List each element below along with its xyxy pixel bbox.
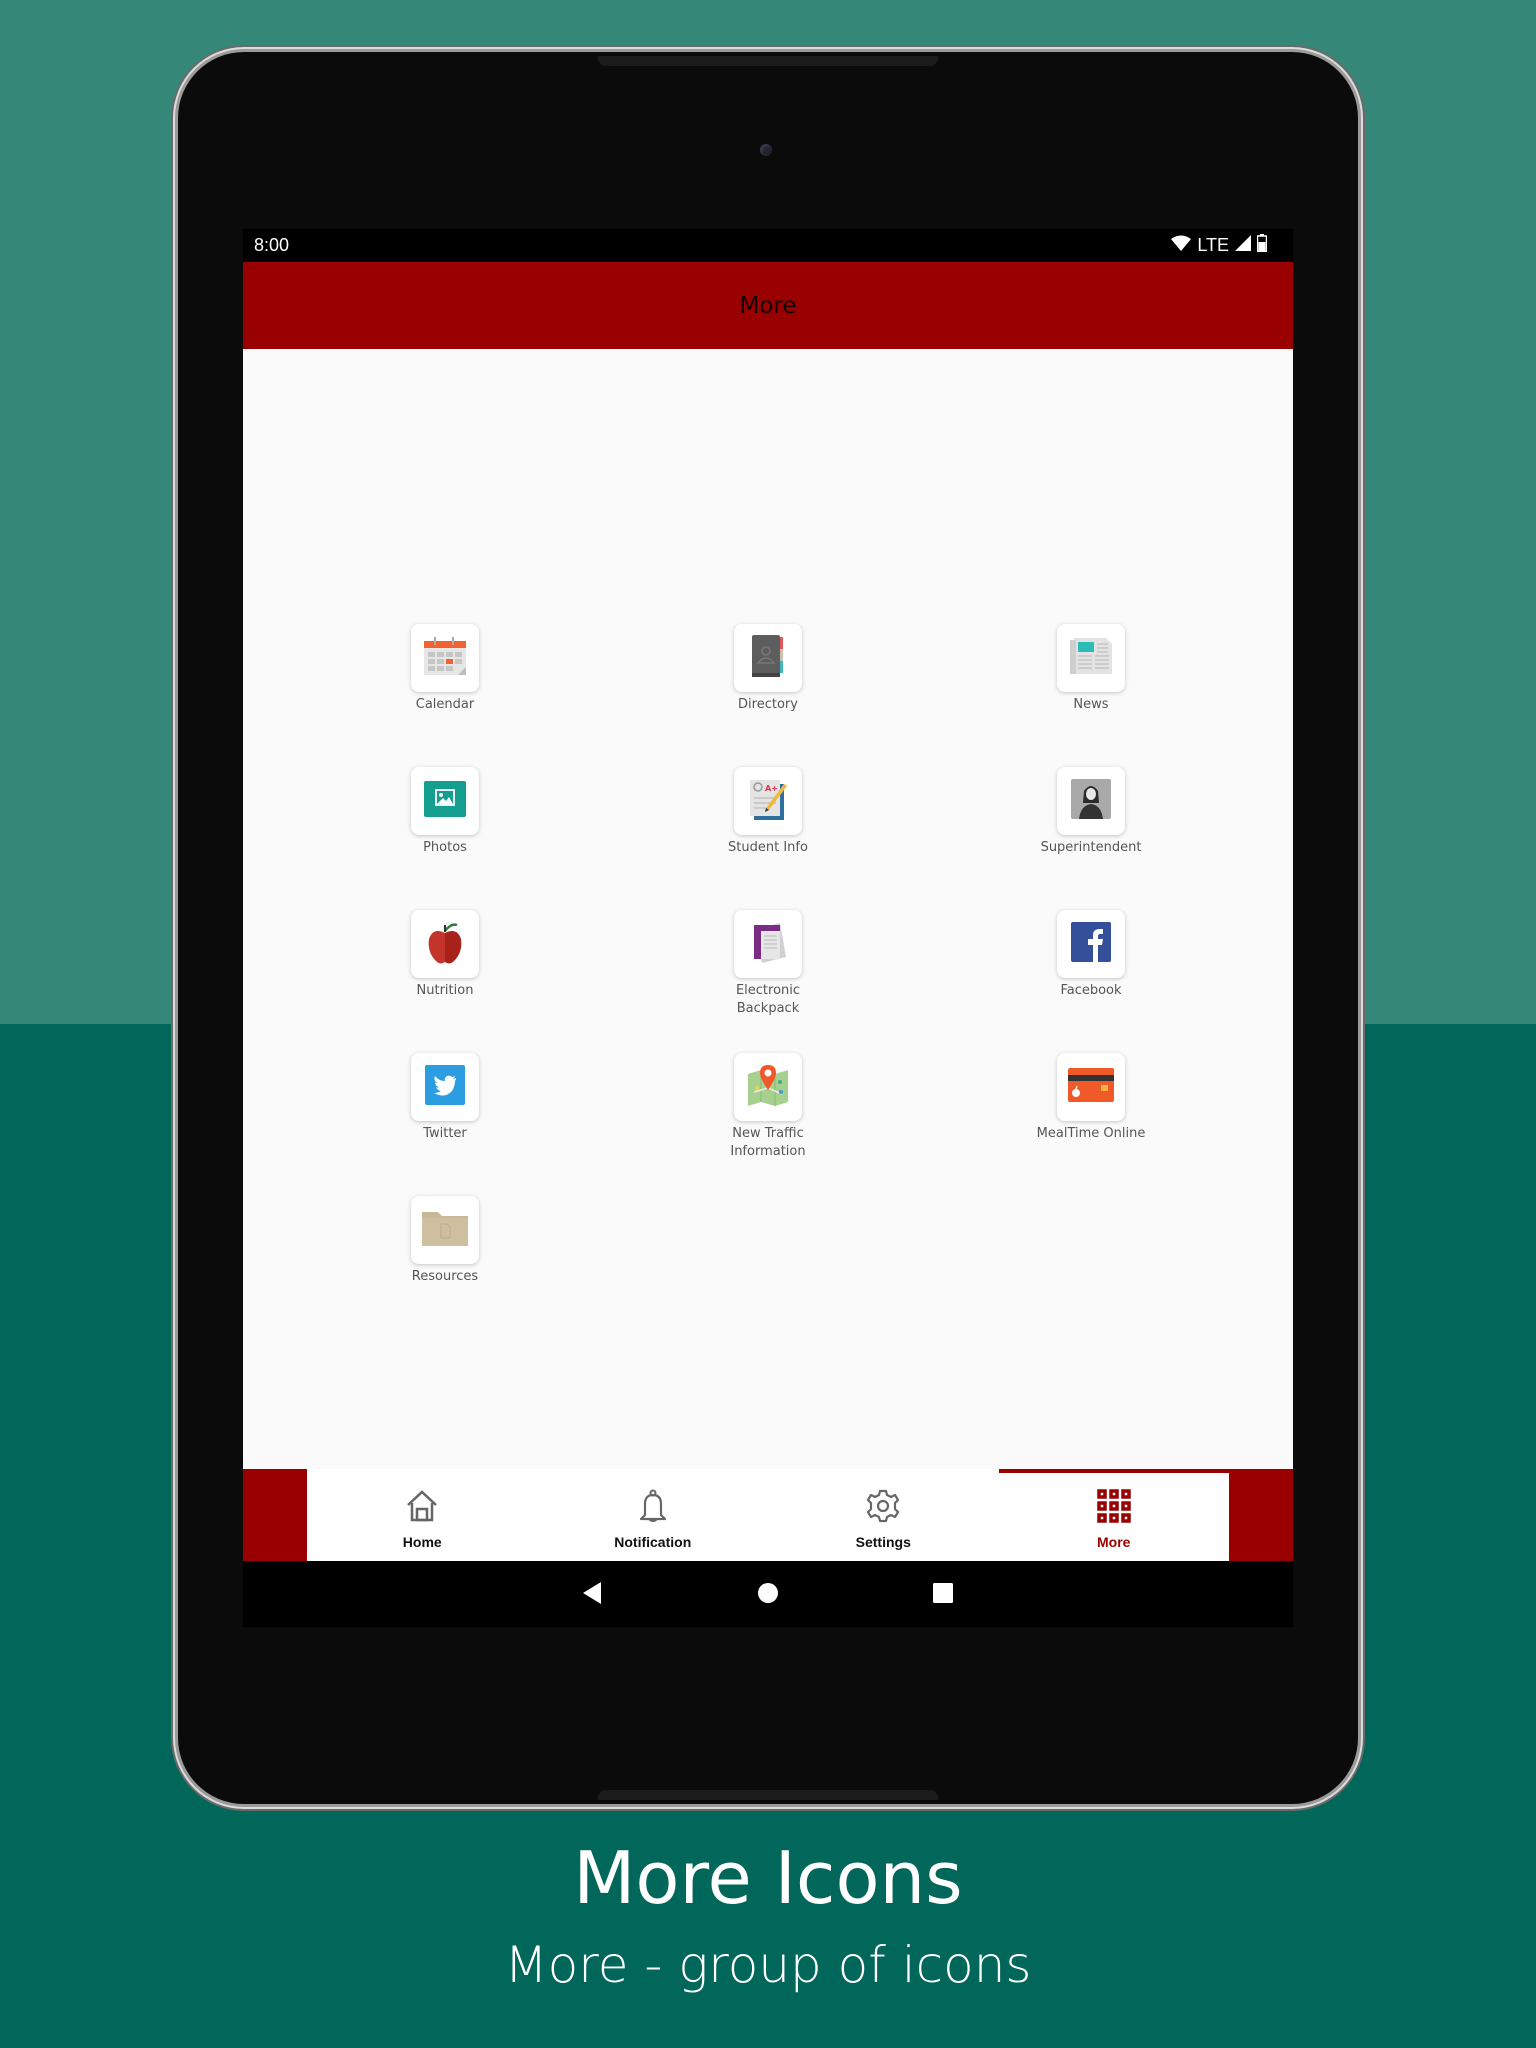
status-time: 8:00 [254,235,290,255]
signal-icon [1235,235,1251,256]
photo-icon [424,780,466,822]
nav-label: Notification [614,1534,692,1550]
nav-item-more[interactable]: More [998,1469,1230,1561]
camera [760,144,772,156]
tile-label: Calendar [415,697,475,712]
battery-icon [1256,234,1268,257]
tile-label: Twitter [423,1126,467,1141]
grid-icon [1097,1489,1131,1528]
tile-label: MealTime Online [1036,1126,1146,1141]
bottom-navigation: Home Notification Settings More [243,1469,1293,1561]
bell-icon [636,1489,670,1528]
nav-label: More [1097,1534,1131,1550]
directory-book-icon [748,633,788,684]
tile-student-info-box: A+ [734,767,802,835]
home-icon [405,1489,439,1528]
app-bar: More [243,262,1293,349]
home-circle-icon[interactable] [757,1581,779,1610]
folder-icon [422,1210,468,1251]
newspaper-icon [1068,636,1114,681]
tile-label: News [1073,697,1109,712]
tile-nutrition-box [411,910,479,978]
apple-icon [425,919,465,970]
tile-student-info[interactable]: A+ Student Info [688,767,848,857]
tile-news-box [1057,624,1125,692]
tile-twitter-box [411,1053,479,1121]
tile-news[interactable]: News [1011,624,1171,714]
status-icons: LTE [1171,234,1268,257]
tile-twitter[interactable]: Twitter [365,1053,525,1143]
student-info-icon: A+ [746,776,790,827]
tile-label: Facebook [1060,983,1122,998]
page-title: More [739,292,797,319]
bottom-navigation-bar: Home Notification Settings More [307,1469,1229,1561]
tile-superintendent-box [1057,767,1125,835]
nav-label: Home [402,1534,442,1550]
tile-mealtime-online[interactable]: MealTime Online [1011,1053,1171,1143]
calendar-icon [422,635,468,682]
caption-title: More Icons [573,1836,963,1920]
tile-directory-box [734,624,802,692]
tile-calendar[interactable]: Calendar [365,624,525,714]
tile-label: Resources [411,1269,479,1284]
tile-new-traffic-information[interactable]: New Traffic Information [688,1053,848,1161]
back-icon[interactable] [581,1581,603,1610]
twitter-icon [425,1064,465,1110]
device-screen: 8:00 LTE More Calendar Directory News Ph… [243,229,1293,1627]
status-bar: 8:00 LTE [243,229,1293,262]
tile-calendar-box [411,624,479,692]
tile-electronic-backpack-box [734,910,802,978]
tile-facebook-box [1057,910,1125,978]
tile-label: New Traffic Information [730,1126,806,1159]
tile-photos[interactable]: Photos [365,767,525,857]
tile-label: Nutrition [416,983,474,998]
gear-icon [866,1489,900,1528]
caption-subtitle: More - group of icons [504,1936,1032,1994]
tile-label: Electronic Backpack [735,983,801,1016]
nav-label: Settings [855,1534,911,1550]
tile-photos-box [411,767,479,835]
tile-label: Directory [738,697,798,712]
tile-label: Superintendent [1040,840,1142,855]
nav-item-settings[interactable]: Settings [768,1469,999,1561]
documents-icon [748,919,788,970]
credit-card-icon [1068,1067,1114,1107]
tile-resources[interactable]: Resources [365,1196,525,1286]
nav-item-notification[interactable]: Notification [538,1469,769,1561]
tile-nutrition[interactable]: Nutrition [365,910,525,1000]
system-navigation-bar [243,1561,1293,1627]
speaker-top [598,56,938,66]
tile-mealtime-online-box [1057,1053,1125,1121]
tile-facebook[interactable]: Facebook [1011,910,1171,1000]
person-icon [1071,778,1111,824]
recents-square-icon[interactable] [932,1581,954,1610]
network-type: LTE [1197,235,1229,255]
tile-superintendent[interactable]: Superintendent [1011,767,1171,857]
wifi-icon [1171,235,1192,256]
nav-item-home[interactable]: Home [307,1469,538,1561]
facebook-icon [1071,921,1111,967]
tile-electronic-backpack[interactable]: Electronic Backpack [688,910,848,1018]
tile-label: Photos [423,840,467,855]
speaker-bottom [598,1790,938,1800]
map-pin-icon [746,1062,790,1113]
tile-resources-box [411,1196,479,1264]
svg-text:A+: A+ [765,784,778,793]
tile-directory[interactable]: Directory [688,624,848,714]
tile-new-traffic-information-box [734,1053,802,1121]
tile-label: Student Info [728,840,808,855]
